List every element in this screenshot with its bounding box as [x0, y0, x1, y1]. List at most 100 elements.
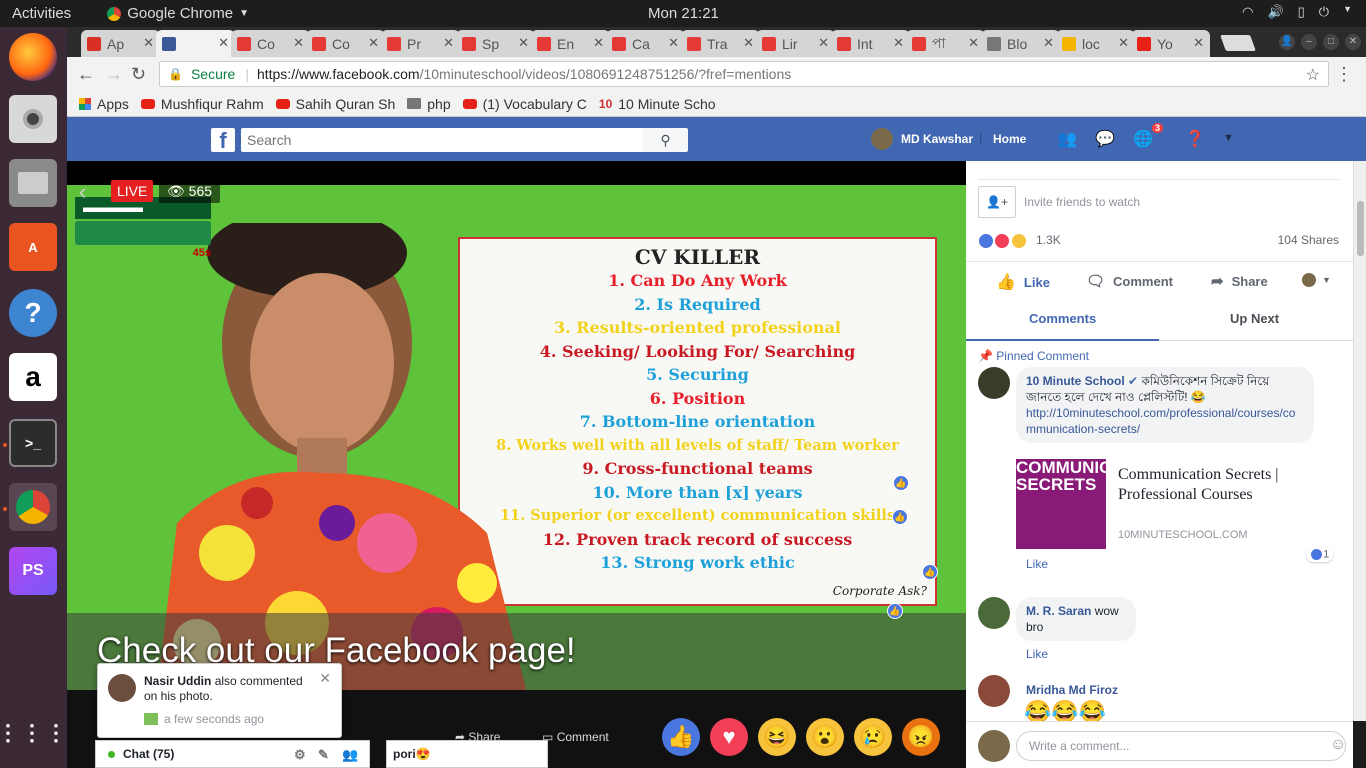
back-button[interactable]: ←	[77, 64, 95, 85]
close-tab-icon[interactable]: ✕	[968, 35, 979, 51]
close-icon[interactable]: ✕	[319, 670, 331, 687]
share-count[interactable]: 104 Shares	[1278, 233, 1339, 247]
group-icon[interactable]: 👥	[342, 747, 358, 763]
like-reaction-icon[interactable]: 👍	[662, 718, 700, 756]
scrollbar[interactable]	[1353, 161, 1366, 721]
new-tab-button[interactable]	[1220, 35, 1256, 51]
amazon-icon[interactable]: a	[9, 353, 57, 401]
sad-reaction-icon[interactable]: 😢	[854, 718, 892, 756]
browser-tab[interactable]: Blo ✕	[981, 30, 1060, 57]
new-message-icon[interactable]: ✎	[318, 747, 329, 763]
comment-author[interactable]: Mridha Md Firoz	[1026, 683, 1118, 697]
maximize-icon[interactable]: □	[1323, 34, 1339, 50]
comment-link[interactable]: http://10minuteschool.com/professional/c…	[1026, 406, 1295, 436]
tab-comments[interactable]: Comments	[1029, 311, 1096, 326]
share-button[interactable]: ➦ Share	[1211, 272, 1268, 290]
browser-tab[interactable]: Lir ✕	[756, 30, 835, 57]
speaker-icon[interactable]	[9, 95, 57, 143]
browser-tab[interactable]: Tra ✕	[681, 30, 760, 57]
bookmark-apps[interactable]: Apps	[79, 96, 129, 112]
close-tab-icon[interactable]: ✕	[593, 35, 604, 51]
url-input[interactable]: 🔒 Secure | https://www.facebook.com /10m…	[159, 61, 1329, 87]
browser-tab[interactable]: Co ✕	[306, 30, 385, 57]
help-icon[interactable]: ❓	[1185, 129, 1207, 149]
close-tab-icon[interactable]: ✕	[1118, 35, 1129, 51]
bookmark-item[interactable]: Sahih Quran Sh	[275, 96, 395, 112]
close-tab-icon[interactable]: ✕	[743, 35, 754, 51]
gear-icon[interactable]: ⚙	[294, 747, 306, 763]
avatar[interactable]	[978, 675, 1010, 707]
phpstorm-icon[interactable]: PS	[9, 547, 57, 595]
close-tab-icon[interactable]: ✕	[1043, 35, 1054, 51]
system-tray[interactable]: ◠ 🔊 ▯ ⏻ ▼	[1242, 4, 1352, 20]
back-arrow-icon[interactable]: ‹	[79, 179, 86, 205]
avatar[interactable]	[978, 597, 1010, 629]
home-link[interactable]: Home	[993, 132, 1026, 146]
help-icon[interactable]: ?	[9, 289, 57, 337]
haha-reaction-icon[interactable]: 😆	[758, 718, 796, 756]
reaction-summary[interactable]: 1.3K 104 Shares	[978, 233, 1339, 249]
profile-icon[interactable]: 👤	[1279, 34, 1295, 50]
notifications-icon[interactable]: 🌐 3	[1133, 123, 1163, 149]
chrome-icon[interactable]	[9, 483, 57, 531]
browser-tab[interactable]: Co ✕	[231, 30, 310, 57]
comment-like-link[interactable]: Like	[1026, 647, 1048, 661]
post-as-selector[interactable]: ▼	[1301, 272, 1331, 288]
browser-tab[interactable]: Int ✕	[831, 30, 910, 57]
firefox-icon[interactable]	[9, 33, 57, 81]
link-preview-card[interactable]: COMMUNICATIO SECRETS Communication Secre…	[1016, 459, 1316, 551]
scrollbar-thumb[interactable]	[1357, 201, 1364, 256]
love-reaction-icon[interactable]: ♥	[710, 718, 748, 756]
comment-like-count[interactable]: 1	[1306, 547, 1334, 562]
clock[interactable]: Mon 21:21	[648, 5, 719, 22]
friend-requests-icon[interactable]: 👥	[1057, 129, 1079, 149]
close-tab-icon[interactable]: ✕	[443, 35, 454, 51]
messenger-icon[interactable]: 💬	[1095, 129, 1117, 149]
wow-reaction-icon[interactable]: 😮	[806, 718, 844, 756]
invite-friends[interactable]: 👤+ Invite friends to watch	[978, 186, 1140, 218]
notification-popup[interactable]: Nasir Uddin also commented on his photo.…	[97, 663, 342, 738]
close-tab-icon[interactable]: ✕	[218, 35, 229, 51]
emoji-icon[interactable]: ☺	[1330, 736, 1346, 754]
app-menu[interactable]: Google Chrome ▼	[107, 5, 249, 22]
avatar[interactable]	[978, 367, 1010, 399]
bookmark-folder[interactable]: php	[407, 96, 451, 112]
browser-tab[interactable]: Sp ✕	[456, 30, 535, 57]
chat-tab[interactable]: pori😍	[386, 740, 548, 768]
browser-tab[interactable]: Ca ✕	[606, 30, 685, 57]
comment-author[interactable]: M. R. Saran	[1026, 604, 1091, 618]
video-comment-button[interactable]: ▭ Comment	[542, 730, 609, 744]
close-tab-icon[interactable]: ✕	[518, 35, 529, 51]
tab-up-next[interactable]: Up Next	[1230, 311, 1279, 326]
browser-tab[interactable]: loc ✕	[1056, 30, 1135, 57]
browser-tab[interactable]: পা ✕	[906, 30, 985, 57]
comment-like-link[interactable]: Like	[1026, 557, 1048, 571]
bookmark-item[interactable]: 10 10 Minute Scho	[599, 96, 716, 112]
browser-tab[interactable]: Pr ✕	[381, 30, 460, 57]
like-button[interactable]: 👍 Like	[996, 272, 1050, 292]
browser-tab[interactable]: ✕	[156, 30, 235, 57]
facebook-logo-icon[interactable]: f	[211, 128, 235, 153]
close-tab-icon[interactable]: ✕	[818, 35, 829, 51]
comment-input[interactable]: Write a comment...	[1016, 731, 1346, 761]
angry-reaction-icon[interactable]: 😠	[902, 718, 940, 756]
chrome-menu-icon[interactable]: ⋮	[1335, 64, 1353, 85]
terminal-icon[interactable]: >_	[9, 419, 57, 467]
bookmark-star-icon[interactable]: ☆	[1306, 65, 1320, 85]
browser-tab[interactable]: En ✕	[531, 30, 610, 57]
bookmark-item[interactable]: Mushfiqur Rahm	[140, 96, 264, 112]
software-center-icon[interactable]: A	[9, 223, 57, 271]
close-window-icon[interactable]: ✕	[1345, 34, 1361, 50]
close-tab-icon[interactable]: ✕	[368, 35, 379, 51]
close-tab-icon[interactable]: ✕	[1193, 35, 1204, 51]
close-tab-icon[interactable]: ✕	[668, 35, 679, 51]
browser-tab[interactable]: Yo ✕	[1131, 30, 1210, 57]
forward-button[interactable]: →	[105, 64, 123, 85]
close-tab-icon[interactable]: ✕	[293, 35, 304, 51]
close-tab-icon[interactable]: ✕	[893, 35, 904, 51]
profile-link[interactable]: MD Kawshar	[871, 128, 973, 150]
reload-button[interactable]: ↻	[131, 64, 146, 85]
app-grid-icon[interactable]: ⋮⋮⋮	[0, 709, 67, 757]
close-tab-icon[interactable]: ✕	[143, 35, 154, 51]
comment-author[interactable]: 10 Minute School	[1026, 374, 1125, 388]
